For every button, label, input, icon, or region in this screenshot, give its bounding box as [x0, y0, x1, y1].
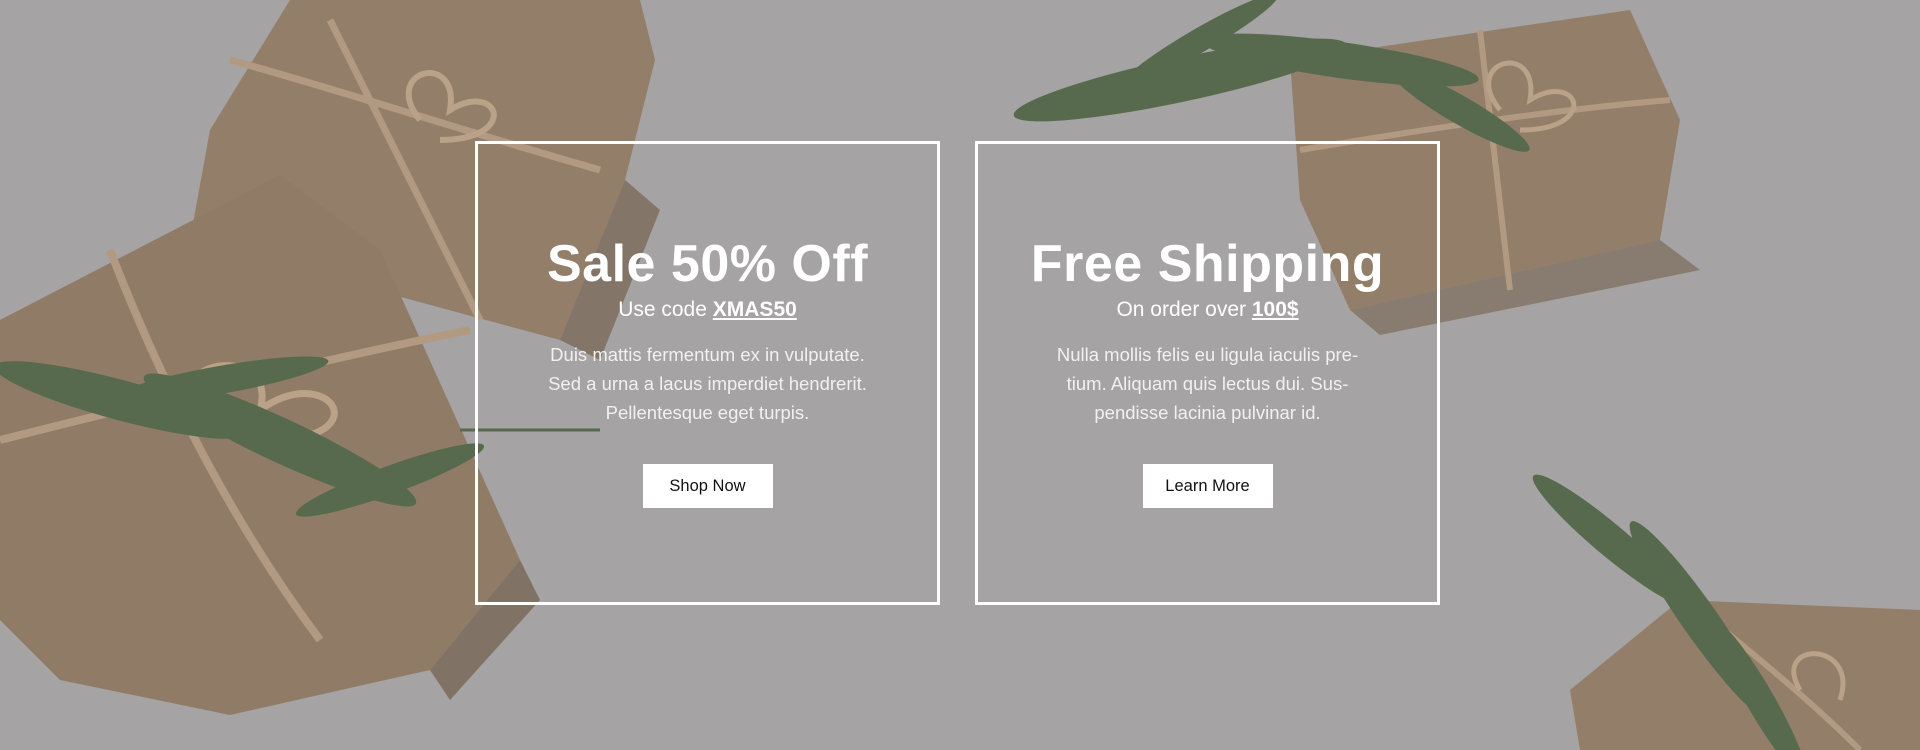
promo-subtitle: On order over 100$ [978, 296, 1437, 324]
promo-description: Duis mattis fermentum ex in vulputate. S… [528, 340, 887, 427]
description-line: Pellentesque eget turpis. [605, 402, 810, 423]
description-line: Duis mattis fermentum ex in vulputate. [550, 344, 865, 365]
shop-now-button[interactable]: Shop Now [642, 464, 773, 508]
order-threshold: 100$ [1251, 298, 1299, 321]
description-line: Nulla mollis felis eu ligula iaculis pre… [1056, 344, 1359, 365]
learn-more-button[interactable]: Learn More [1142, 464, 1273, 508]
promo-title: Free Shipping [1030, 235, 1385, 293]
promo-card-shipping: Free Shipping On order over 100$ Nulla m… [975, 141, 1440, 605]
description-line: pendisse lacinia pulvinar id. [1094, 402, 1321, 423]
description-line: Sed a urna a lacus imperdiet hendrerit. [548, 373, 867, 394]
gift-boxes-background [0, 0, 1920, 750]
promo-card-sale: Sale 50% Off Use code XMAS50 Duis mattis… [475, 141, 940, 605]
promo-code: XMAS50 [712, 298, 797, 321]
subtitle-prefix: Use code [618, 298, 713, 321]
promo-description: Nulla mollis felis eu ligula iaculis pre… [1028, 340, 1387, 427]
description-line: tium. Aliquam quis lectus dui. Sus- [1066, 373, 1349, 394]
promo-subtitle: Use code XMAS50 [478, 296, 937, 324]
subtitle-prefix: On order over [1116, 298, 1252, 321]
promo-title: Sale 50% Off [546, 235, 869, 293]
